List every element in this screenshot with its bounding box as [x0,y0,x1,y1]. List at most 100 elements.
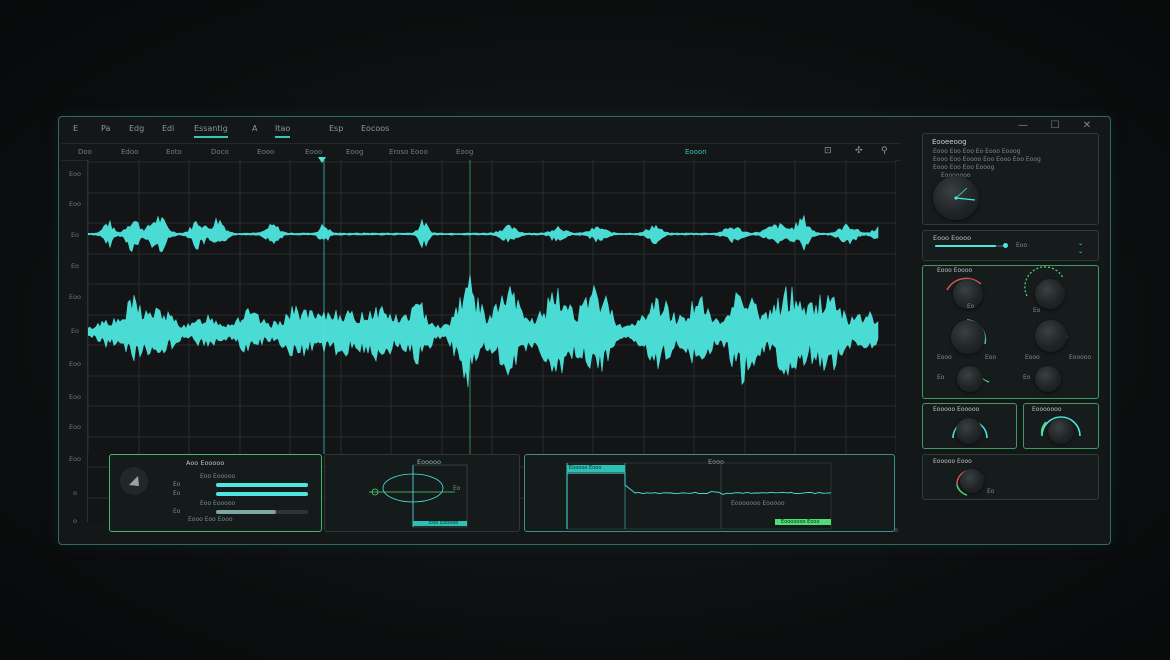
menu-item-3[interactable]: Edg [129,124,144,133]
toolbar-label[interactable]: Eooo [257,148,274,156]
level-row-label: Eoo Eooooo [200,500,236,507]
slider-title: Eooo Eoooo [933,234,972,242]
knob-5[interactable] [957,366,983,392]
info-title: Eooeeoog [932,138,967,146]
envelope-badge: Eooooo Eooo [569,465,602,471]
minimize-button[interactable]: — [1016,120,1030,131]
master-dial[interactable] [933,176,979,220]
menu-item-file[interactable]: E [73,124,78,133]
level-row-label: Eooo Eoo Eooo [188,516,233,523]
toolbar-label[interactable]: Edoo [121,148,138,156]
y-axis-label: Eoo [68,455,82,463]
y-axis-label: Eo [70,327,80,335]
spectrum-readout: Eo [453,485,461,492]
levels-title: Aoo Eooooo [186,459,225,467]
toolbar-label[interactable]: Eroso Eooo [389,148,428,156]
menu-bar: E Pa Edg Edi Essantig A Itao Esp Eocoos [59,117,919,141]
knob-label: Eooo [937,354,952,361]
slider-thumb[interactable] [1003,243,1008,248]
y-axis-label: Eoo [68,200,82,208]
level-bar-fill [216,510,276,514]
level-bar-fill [216,492,308,496]
y-axis-label: Eoo [68,293,82,301]
knob-3[interactable] [951,320,985,354]
toolbar-label[interactable]: Eoog [456,148,473,156]
level-row-marker: Eo [173,508,181,515]
info-desc: Eooo Eoo Eoooo Eoo Eooo Eoo Eoog [933,156,1041,163]
info-desc: Eooo Eoo Eoo Eooog [933,164,995,171]
waveform-track-2 [88,274,879,388]
y-axis-label: Eoo [68,423,82,431]
knob-label: Eooo [1025,354,1040,361]
playhead-handle-icon[interactable] [318,157,326,163]
mini-a-knob[interactable] [956,418,982,444]
menu-item-2[interactable]: Pa [101,124,110,133]
slider-panel: Eooo Eoooo Eoo ⌄ ⌄ [922,230,1099,261]
zoom-icon[interactable]: ⊡ [824,146,832,156]
level-row-marker: Eo [173,490,181,497]
waveform-track-1 [88,215,879,253]
spectrum-footer: Eoo Eooooo [429,520,459,526]
knob-value: Eo [967,303,975,310]
knob-rings [946,266,1068,385]
mini-panel-a: Eooooo Eooooo [922,403,1017,449]
knob-2[interactable] [1035,279,1065,309]
slider-fill [935,245,997,247]
mini-panel-b: Eooooooo [1023,403,1099,449]
envelope-note: Eooooooo Eooooo [731,500,785,507]
slider-value: Eoo [1016,242,1028,249]
timeline-toolbar: Doo Edoo Eoto Doco Eooo Eooo Eoog Eroso … [61,143,901,161]
chevron-down-icon[interactable]: ⌄ [1078,240,1083,247]
chevron-down-icon[interactable]: ⌄ [1078,248,1083,255]
info-panel: Eooeeoog Eooo Eoo Eoo Eo Eooo Eooog Eooo… [922,133,1099,225]
level-bar[interactable] [216,483,308,487]
toolbar-label[interactable]: Eooo [305,148,322,156]
envelope-button[interactable]: Eooooooo Eooo [781,519,820,525]
level-row-label: Eoo Eooooo [200,473,236,480]
search-icon[interactable]: ⚲ [881,146,888,156]
toolbar-label[interactable]: Eoog [346,148,363,156]
menu-item-5[interactable]: Essantig [194,124,228,138]
levels-panel: Aoo Eooooo Eoo Eooooo Eo Eo Eoo Eooooo E… [109,454,322,532]
envelope-panel: Eooo Eooooo Eooo Eooooooo Eooooo Eoooooo… [524,454,895,532]
menu-item-7[interactable]: Itao [275,124,291,138]
mini-c-value: Eo [987,488,995,495]
app-window: E Pa Edg Edi Essantig A Itao Esp Eocoos … [58,116,1111,545]
knob-4[interactable] [1035,320,1067,352]
menu-item-9[interactable]: Eocoos [361,124,389,133]
info-desc: Eooo Eoo Eoo Eo Eooo Eooog [933,148,1021,155]
y-axis-label: o [73,517,77,525]
menu-item-4[interactable]: Edi [162,124,174,133]
menu-item-6[interactable]: A [252,124,257,133]
status-indicator: Eooon [685,148,707,156]
knob-label: Eooooo [1069,354,1092,361]
level-bar[interactable] [216,492,308,496]
knob-value: Eo [937,374,945,381]
y-axis-label: Eo [70,231,80,239]
y-axis-label: Eo [70,262,80,270]
y-axis-label: Eoo [68,393,82,401]
spectrum-plot [369,464,468,528]
slider-track[interactable] [935,245,1007,247]
menu-item-8[interactable]: Esp [329,124,343,133]
level-row-marker: Eo [173,481,181,488]
close-button[interactable]: ✕ [1080,120,1094,131]
y-axis-label: Eoo [68,170,82,178]
knob-icon[interactable] [120,467,148,495]
knob-label: Eoo [985,354,997,361]
tools-icon[interactable]: ✣ [855,146,863,156]
effects-knob-panel: Eooo Eoooo Eo Eo Eooo Eoo Eooo Eooooo Eo… [922,265,1099,399]
maximize-button[interactable]: ☐ [1048,120,1062,131]
toolbar-label[interactable]: Eoto [166,148,182,156]
toolbar-label[interactable]: Doo [78,148,92,156]
knob-value: Eo [1023,374,1031,381]
mini-panel-c: Eooooo Eooo Eo [922,454,1099,500]
mini-c-knob[interactable] [960,469,984,493]
y-axis-label: o [73,489,77,497]
y-axis-label: Eoo [68,360,82,368]
toolbar-label[interactable]: Doco [211,148,229,156]
level-bar[interactable] [216,510,308,514]
knob-6[interactable] [1035,366,1061,392]
mini-b-knob[interactable] [1048,418,1074,444]
level-bar-fill [216,483,308,487]
